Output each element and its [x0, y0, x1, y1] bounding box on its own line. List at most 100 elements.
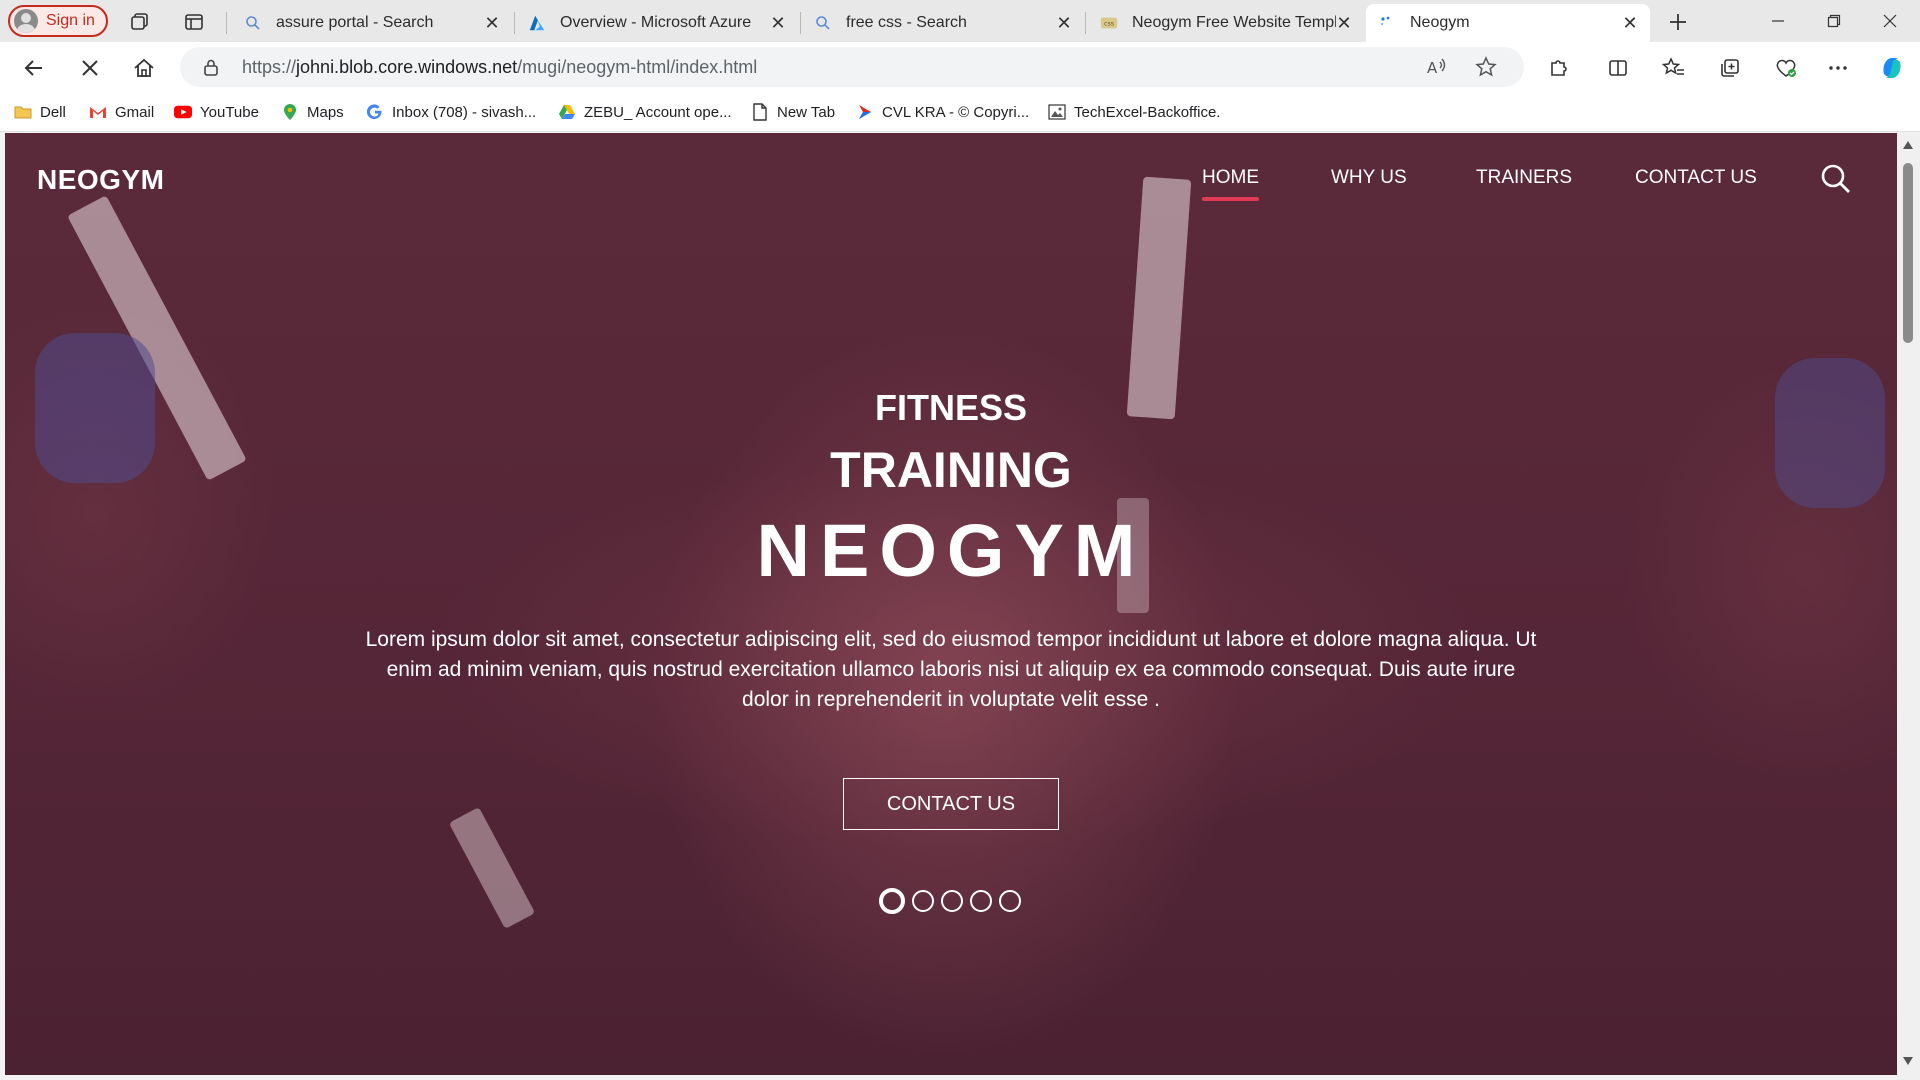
back-button[interactable] — [16, 50, 52, 86]
nav-home[interactable]: HOME — [1202, 167, 1259, 201]
restore-window-button[interactable] — [1806, 0, 1862, 42]
favorite-star-button[interactable] — [1472, 53, 1500, 81]
bookmark-label: Dell — [40, 103, 66, 121]
site-logo[interactable]: NEOGYM — [37, 164, 164, 196]
address-bar[interactable]: https://johni.blob.core.windows.net/mugi… — [180, 47, 1524, 87]
bookmark-gmail[interactable]: Gmail — [89, 101, 154, 123]
bookmark-youtube[interactable]: YouTube — [174, 101, 259, 123]
azure-icon — [528, 14, 546, 32]
url-path: /mugi/neogym-html/index.html — [517, 57, 758, 77]
tab-actions-icon — [185, 14, 203, 30]
bookmark-cvl-kra[interactable]: CVL KRA - © Copyri... — [856, 101, 1029, 123]
close-tab-icon[interactable]: ✕ — [1336, 13, 1352, 33]
loading-icon — [1378, 14, 1396, 32]
bookmark-inbox[interactable]: Inbox (708) - sivash... — [366, 101, 536, 123]
bookmark-new-tab[interactable]: New Tab — [751, 101, 835, 123]
tab-neogym-template[interactable]: css Neogym Free Website Templat ✕ — [1088, 4, 1364, 42]
copilot-button[interactable] — [1874, 50, 1910, 86]
profile-avatar-icon — [14, 9, 38, 33]
maps-icon — [281, 103, 299, 121]
close-tab-icon[interactable]: ✕ — [1622, 13, 1638, 33]
settings-more-button[interactable] — [1820, 50, 1856, 86]
tab-actions-button[interactable] — [180, 8, 208, 36]
page-scrollbar[interactable] — [1897, 133, 1920, 1080]
split-screen-button[interactable] — [1600, 50, 1636, 86]
carousel-dot-3[interactable] — [941, 890, 963, 912]
gmail-icon — [89, 103, 107, 121]
bookmark-label: New Tab — [777, 103, 836, 121]
close-tab-icon[interactable]: ✕ — [484, 13, 500, 33]
nav-why-us[interactable]: WHY US — [1331, 167, 1407, 189]
new-tab-button[interactable] — [1664, 8, 1692, 36]
close-window-button[interactable] — [1862, 0, 1918, 42]
bookmark-label: Inbox (708) - sivash... — [392, 103, 537, 121]
tab-free-css-search[interactable]: free css - Search ✕ — [802, 4, 1084, 42]
carousel-dot-2[interactable] — [912, 890, 934, 912]
nav-trainers[interactable]: TRAINERS — [1476, 167, 1572, 189]
url-host: johni.blob.core.windows.net — [296, 57, 518, 77]
arrow-left-icon — [24, 60, 42, 76]
browser-essentials-button[interactable] — [1768, 50, 1804, 86]
minimize-icon — [1772, 20, 1784, 22]
tab-separator — [1085, 12, 1086, 34]
restore-icon — [1827, 14, 1841, 28]
home-button[interactable] — [126, 50, 162, 86]
extensions-button[interactable] — [1540, 50, 1576, 86]
carousel-dot-1[interactable] — [879, 888, 905, 914]
cvl-icon — [856, 103, 874, 121]
bookmark-label: Gmail — [115, 103, 155, 121]
bookmark-maps[interactable]: Maps — [281, 101, 344, 123]
hero-background-image — [5, 133, 1897, 1075]
star-icon — [1475, 56, 1497, 77]
bookmark-label: TechExcel-Backoffice. — [1074, 103, 1221, 121]
read-aloud-button[interactable]: A — [1422, 53, 1450, 81]
tab-neogym-active[interactable]: Neogym ✕ — [1366, 4, 1650, 42]
bookmark-label: CVL KRA - © Copyri... — [882, 103, 1030, 121]
close-tab-icon[interactable]: ✕ — [1056, 13, 1072, 33]
bookmark-techexcel[interactable]: TechExcel-Backoffice. — [1048, 101, 1220, 123]
hero-heading-fitness: FITNESS — [874, 387, 1027, 428]
hero-description: Lorem ipsum dolor sit amet, consectetur … — [365, 628, 1537, 711]
scrollbar-thumb[interactable] — [1903, 163, 1913, 343]
nav-contact-us[interactable]: CONTACT US — [1635, 167, 1757, 189]
browser-tab-strip: Sign in assure portal - Search ✕ Overvie… — [0, 0, 1920, 42]
bookmark-zebu[interactable]: ZEBU_ Account ope... — [558, 101, 732, 123]
hero-contact-us-button[interactable]: CONTACT US — [843, 778, 1059, 830]
scroll-down-arrow-icon[interactable] — [1902, 1055, 1914, 1067]
tab-title: Neogym Free Website Templat — [1132, 14, 1336, 31]
sign-in-button[interactable]: Sign in — [8, 5, 108, 37]
hero-heading-training: TRAINING — [830, 442, 1072, 498]
image-icon — [1048, 103, 1066, 121]
puzzle-icon — [1551, 60, 1567, 76]
close-tab-icon[interactable]: ✕ — [770, 13, 786, 33]
address-url[interactable]: https://johni.blob.core.windows.net/mugi… — [242, 57, 757, 78]
collections-button[interactable] — [1712, 50, 1748, 86]
hero-heading-neogym: NEOGYM — [756, 509, 1146, 592]
lock-icon[interactable] — [202, 58, 220, 81]
scroll-up-arrow-icon[interactable] — [1902, 139, 1914, 151]
bookmark-dell[interactable]: Dell — [14, 101, 66, 123]
carousel-dot-5[interactable] — [999, 890, 1021, 912]
bookmark-label: YouTube — [200, 103, 259, 121]
favorites-button[interactable] — [1656, 50, 1692, 86]
tab-title: Overview - Microsoft Azure — [560, 14, 752, 31]
stop-loading-button[interactable] — [72, 50, 108, 86]
url-prefix: https:// — [242, 57, 297, 77]
web-page-viewport: NEOGYM HOME WHY US TRAINERS CONTACT US F… — [5, 133, 1897, 1075]
browser-toolbar: https://johni.blob.core.windows.net/mugi… — [0, 42, 1920, 92]
minimize-window-button[interactable] — [1750, 0, 1806, 42]
bookmark-label: ZEBU_ Account ope... — [584, 103, 732, 121]
carousel-dot-4[interactable] — [970, 890, 992, 912]
svg-text:A: A — [1427, 59, 1438, 77]
drive-icon — [558, 103, 576, 121]
tab-azure-overview[interactable]: Overview - Microsoft Azure ✕ — [516, 4, 798, 42]
tab-title: assure portal - Search — [276, 14, 434, 31]
svg-text:css: css — [1104, 21, 1114, 28]
split-screen-icon — [1609, 60, 1627, 76]
youtube-icon — [174, 103, 192, 121]
search-icon — [1821, 164, 1850, 193]
site-search-button[interactable] — [1820, 163, 1854, 197]
tab-assure-portal[interactable]: assure portal - Search ✕ — [232, 4, 512, 42]
tab-separator — [226, 12, 227, 34]
workspaces-button[interactable] — [126, 8, 154, 36]
